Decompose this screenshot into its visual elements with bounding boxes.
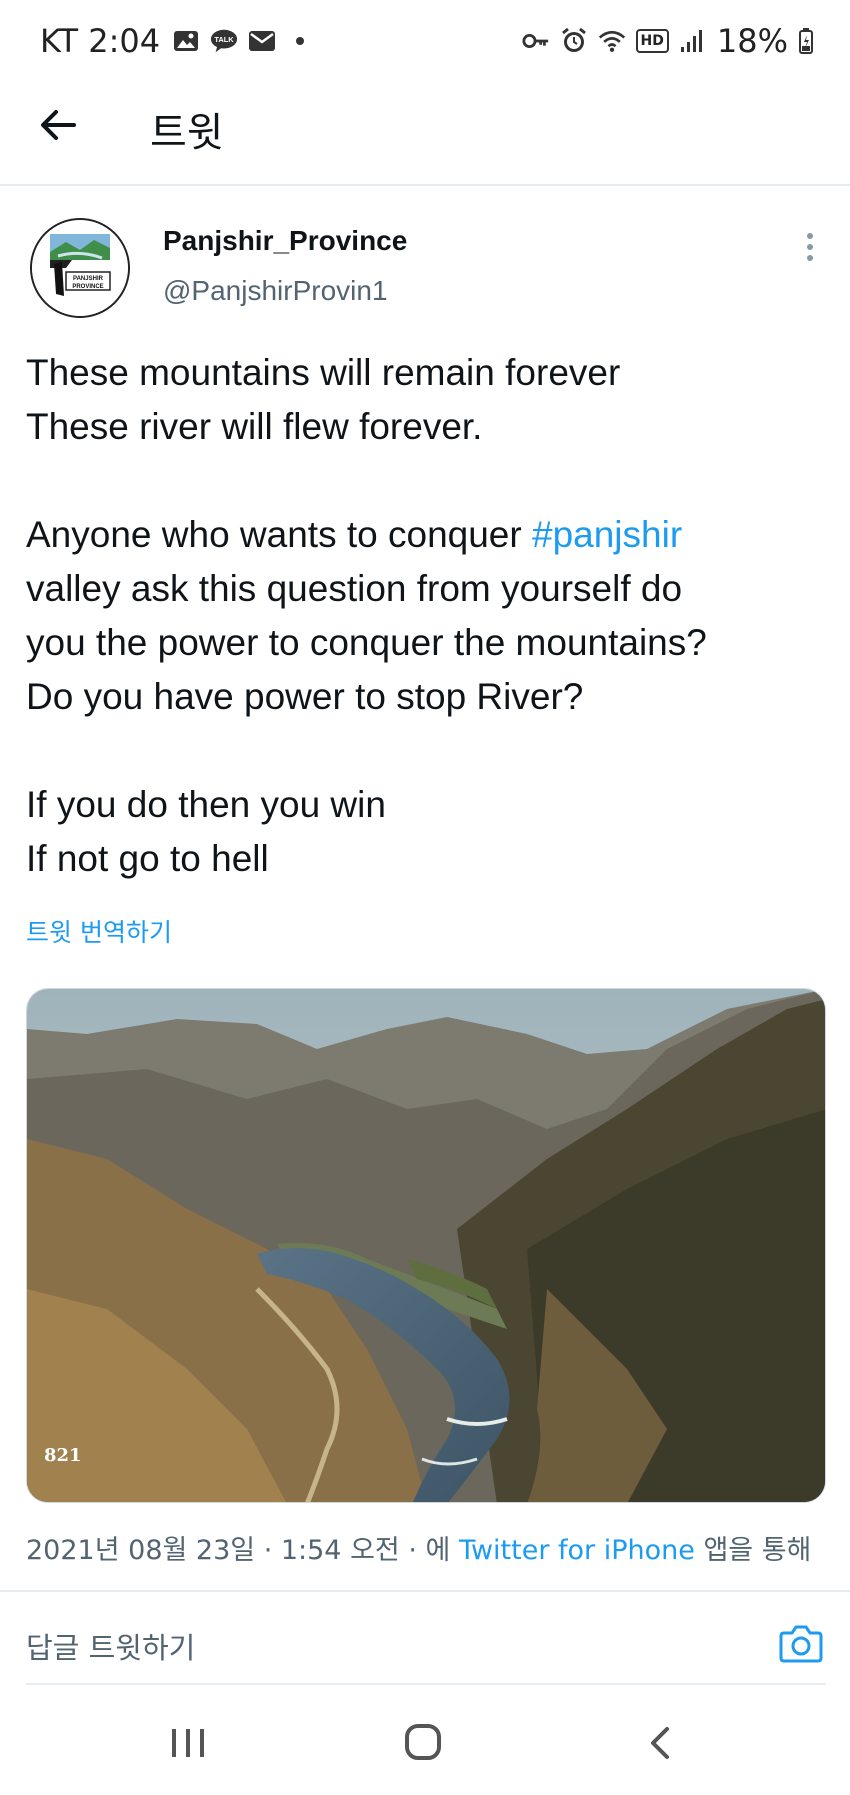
media-number-label: 821 xyxy=(44,1445,82,1466)
reply-divider xyxy=(26,1683,826,1685)
tweet-line-text: Anyone who wants to conquer xyxy=(26,514,532,555)
status-bar-right: HD 18% xyxy=(521,22,814,60)
page-title: 트윗 xyxy=(150,110,224,156)
status-bar-left: KT 2:04 TALK xyxy=(40,22,314,60)
camera-icon[interactable] xyxy=(778,1620,824,1666)
recent-apps-icon[interactable] xyxy=(168,1725,208,1761)
hashtag-link[interactable]: #panjshir xyxy=(532,514,682,555)
signal-icon xyxy=(679,28,707,54)
header-divider xyxy=(0,184,850,186)
svg-text:PROVINCE: PROVINCE xyxy=(72,284,103,290)
battery-percent: 18% xyxy=(716,22,788,60)
tweet-line: If you do then you win xyxy=(26,784,386,825)
wifi-icon xyxy=(598,28,626,54)
author-handle[interactable]: @PanjshirProvin1 xyxy=(163,275,388,307)
more-options-icon[interactable] xyxy=(800,228,820,268)
meta-divider xyxy=(0,1590,850,1592)
tweet-line: Anyone who wants to conquer #panjshir xyxy=(26,508,826,562)
mail-icon xyxy=(248,28,276,54)
carrier-time: KT 2:04 xyxy=(40,22,161,60)
tweet-meta: 2021년 08월 23일 · 1:54 오전 · 에 Twitter for … xyxy=(26,1528,811,1567)
tweet-line: Do you have power to stop River? xyxy=(26,676,584,717)
key-icon xyxy=(521,28,550,54)
author-name[interactable]: Panjshir_Province xyxy=(163,225,407,257)
tweet-line: These mountains will remain forever xyxy=(26,352,621,393)
hd-icon: HD xyxy=(635,29,669,53)
tweet-datetime: 2021년 08월 23일 · 1:54 오전 · 에 xyxy=(26,1535,459,1566)
tweet-line: These river will flew forever. xyxy=(26,406,483,447)
battery-icon xyxy=(798,28,814,54)
back-arrow-icon[interactable] xyxy=(34,100,84,150)
tweet-media-image[interactable] xyxy=(26,988,826,1503)
image-icon xyxy=(172,28,200,54)
svg-text:PANJSHIR: PANJSHIR xyxy=(73,276,104,282)
tweet-line: valley ask this question from yourself d… xyxy=(26,568,683,609)
tweet-source-suffix: 앱을 통해 xyxy=(694,1535,812,1566)
tweet-line: you the power to conquer the mountains? xyxy=(26,622,707,663)
talk-badge-text: TALK xyxy=(214,35,234,44)
talk-icon: TALK xyxy=(210,28,238,54)
avatar[interactable]: PANJSHIR PROVINCE xyxy=(30,218,130,318)
alarm-icon xyxy=(560,27,588,54)
nav-back-icon[interactable] xyxy=(645,1724,675,1762)
reply-input[interactable]: 답글 트윗하기 xyxy=(26,1625,195,1667)
tweet-text: These mountains will remain forever Thes… xyxy=(26,346,826,886)
home-icon[interactable] xyxy=(403,1722,443,1762)
translate-tweet-link[interactable]: 트윗 번역하기 xyxy=(26,913,172,949)
tweet-source-link[interactable]: Twitter for iPhone xyxy=(459,1535,695,1566)
tweet-line: If not go to hell xyxy=(26,838,269,879)
dot-icon xyxy=(286,28,314,54)
